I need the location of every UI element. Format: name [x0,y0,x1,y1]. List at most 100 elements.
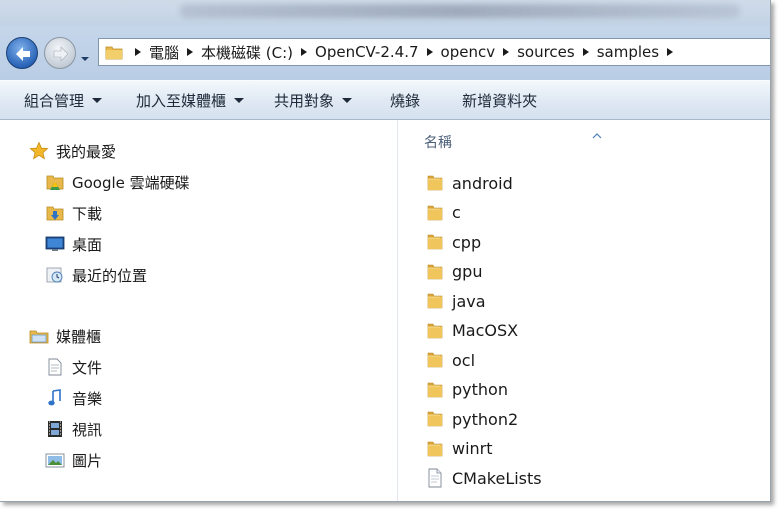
caret-down-icon [342,97,353,103]
blurred-title-text [180,4,740,18]
breadcrumb-separator-icon[interactable] [495,39,517,65]
folder-item[interactable]: python2 [424,408,518,430]
item-name: gpu [452,262,483,281]
breadcrumb: 電腦 本機磁碟 (C:) OpenCV-2.4.7 opencv sources samp… [127,39,681,65]
downloads-icon [44,202,66,224]
item-name: python2 [452,409,519,429]
nav-item-desktop[interactable]: 桌面 [44,233,102,255]
caret-down-icon [92,97,103,103]
file-icon [424,467,446,489]
item-name: c [452,203,461,222]
organize-menu[interactable]: 組合管理 [14,81,112,119]
item-name: python [452,380,508,399]
item-name: CMakeLists [452,468,542,488]
folder-icon [424,438,446,460]
breadcrumb-separator-icon[interactable] [127,39,149,65]
breadcrumb-separator-icon[interactable] [419,39,441,65]
folder-item[interactable]: winrt [424,438,493,460]
folder-item[interactable]: ocl [424,349,475,371]
new-folder-label: 新增資料夾 [462,91,538,110]
item-name: MacOSX [452,321,519,340]
breadcrumb-item[interactable]: sources [517,43,575,61]
navigation-pane: 我的最愛 Google 雲端硬碟 下載桌面最近的位置 媒體櫃 文件音樂視訊圖片 [0,120,398,501]
nav-item-videos[interactable]: 視訊 [44,418,102,440]
folder-icon [424,231,446,253]
nav-item-label: 圖片 [72,451,103,470]
nav-item-recent-places[interactable]: 最近的位置 [44,264,147,286]
organize-label: 組合管理 [24,91,85,110]
libraries-header[interactable]: 媒體櫃 [28,325,101,347]
nav-item-google-drive-folder[interactable]: Google 雲端硬碟 [44,171,190,193]
breadcrumb-item[interactable]: 本機磁碟 (C:) [201,42,293,63]
nav-item-label: 視訊 [72,420,103,439]
folder-icon [101,39,127,65]
nav-item-label: 音樂 [72,389,103,408]
nav-item-downloads[interactable]: 下載 [44,202,102,224]
arrow-left-icon [16,47,30,61]
breadcrumb-separator-icon[interactable] [179,39,201,65]
item-name: winrt [452,439,493,458]
arrow-right-icon [53,46,69,62]
folder-icon [424,320,446,342]
breadcrumb-separator-icon[interactable] [575,39,597,65]
folder-icon [424,172,446,194]
folder-item[interactable]: c [424,202,461,224]
burn-button[interactable]: 燒錄 [380,81,430,119]
nav-item-label: 桌面 [72,235,103,254]
share-with-menu[interactable]: 共用對象 [264,81,362,119]
folder-icon [424,349,446,371]
folder-icon [424,408,446,430]
folder-item[interactable]: python [424,379,508,401]
nav-item-documents[interactable]: 文件 [44,356,102,378]
libraries-title: 媒體櫃 [56,327,102,346]
folder-icon [424,290,446,312]
library-icon [28,325,50,347]
add-to-library-label: 加入至媒體櫃 [136,91,227,110]
back-button[interactable] [6,37,38,69]
music-icon [44,387,66,409]
chevron-down-icon [81,57,89,61]
recent-places-icon [44,264,66,286]
favorites-header[interactable]: 我的最愛 [28,140,116,162]
title-bar [0,0,770,26]
nav-item-pictures[interactable]: 圖片 [44,449,102,471]
folder-item[interactable]: android [424,172,513,194]
breadcrumb-item[interactable]: OpenCV-2.4.7 [315,43,419,61]
forward-button[interactable] [44,37,76,69]
folder-icon [424,379,446,401]
folder-icon [424,261,446,283]
nav-item-label: 最近的位置 [72,266,148,285]
name-column-header[interactable]: 名稱 [424,132,452,152]
explorer-window: 電腦 本機磁碟 (C:) OpenCV-2.4.7 opencv sources samp… [0,0,771,502]
share-with-label: 共用對象 [274,91,335,110]
item-name: android [452,173,513,193]
breadcrumb-item[interactable]: samples [597,43,659,61]
breadcrumb-separator-icon[interactable] [659,39,681,65]
google-drive-folder-icon [44,171,66,193]
folder-icon [424,202,446,224]
nav-item-label: 下載 [72,204,103,223]
folder-item[interactable]: java [424,290,486,312]
breadcrumb-separator-icon[interactable] [293,39,315,65]
nav-item-music[interactable]: 音樂 [44,387,102,409]
sort-ascending-icon [592,124,602,143]
favorites-title: 我的最愛 [56,142,117,161]
burn-label: 燒錄 [390,91,421,110]
breadcrumb-item[interactable]: 電腦 [149,42,179,63]
recent-pages-dropdown[interactable] [80,49,90,61]
pictures-icon [44,449,66,471]
file-list-pane: 名稱 android c cpp gpu java MacOSX ocl python pyth… [398,120,770,501]
folder-item[interactable]: MacOSX [424,320,518,342]
item-name: cpp [452,232,482,252]
file-item[interactable]: CMakeLists [424,467,542,489]
item-name: ocl [452,350,476,370]
add-to-library-menu[interactable]: 加入至媒體櫃 [126,81,254,119]
new-folder-button[interactable]: 新增資料夾 [452,81,547,119]
nav-item-label: Google 雲端硬碟 [72,173,190,192]
folder-item[interactable]: gpu [424,261,482,283]
breadcrumb-item[interactable]: opencv [441,43,496,61]
caret-down-icon [234,97,245,103]
documents-icon [44,356,66,378]
address-bar[interactable]: 電腦 本機磁碟 (C:) OpenCV-2.4.7 opencv sources samp… [98,38,770,66]
folder-item[interactable]: cpp [424,231,481,253]
